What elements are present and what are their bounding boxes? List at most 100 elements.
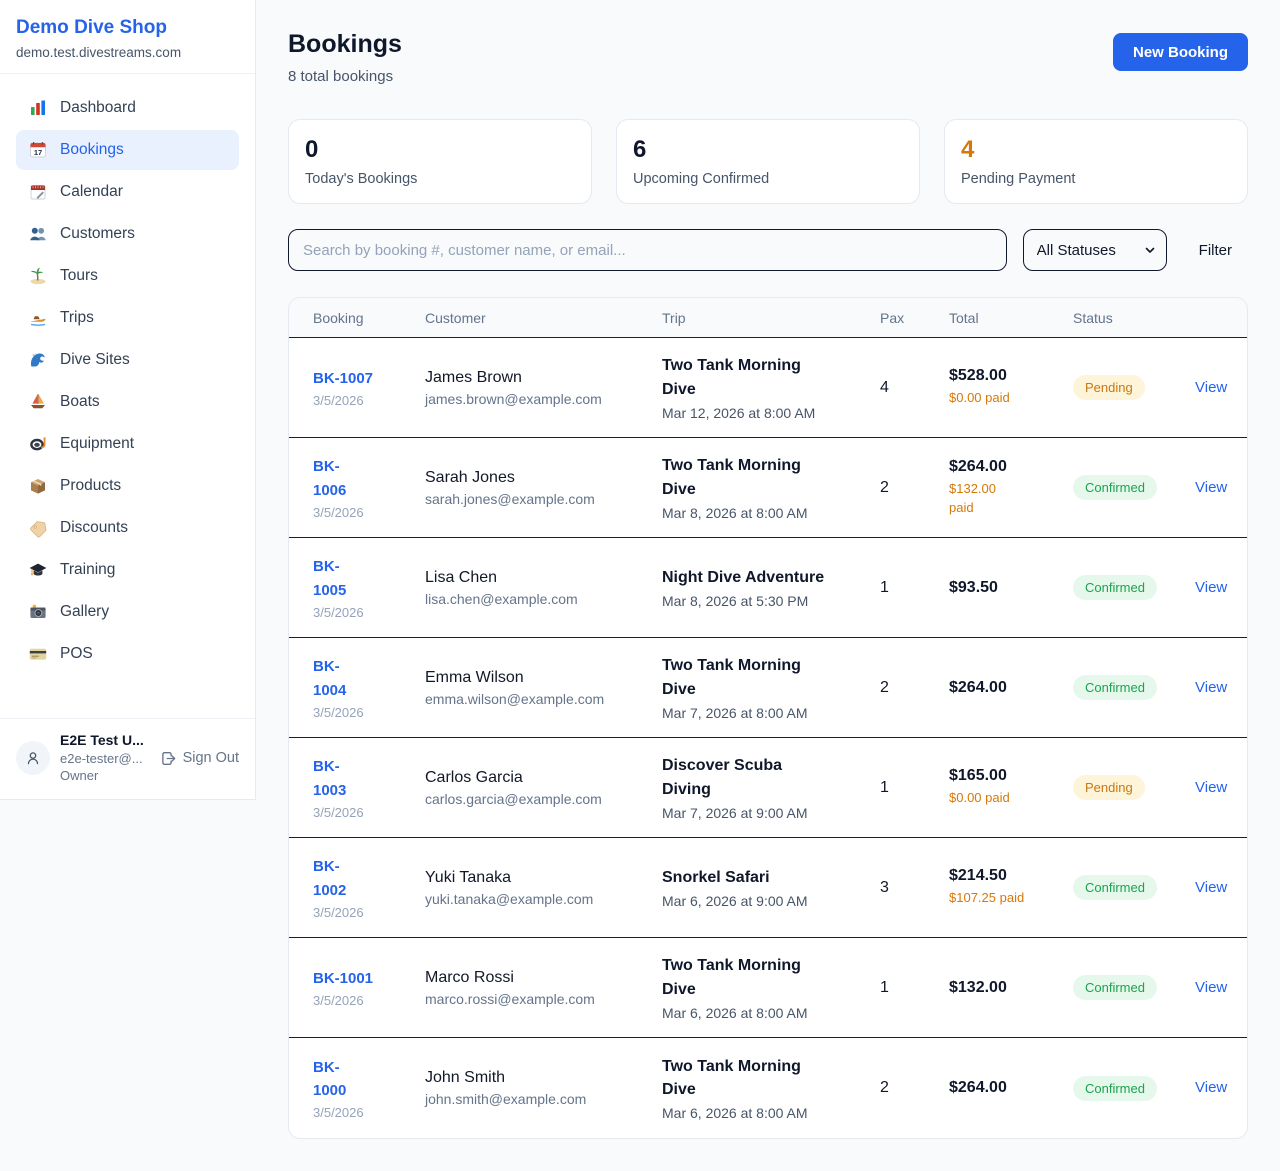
sidebar-item-pos[interactable]: POS [16,634,239,674]
booking-id-link[interactable]: BK- 1002 [313,855,346,902]
trip-name: Snorkel Safari [662,866,880,889]
table-row: BK- 1000 3/5/2026 John Smith john.smith@… [289,1038,1247,1138]
view-link[interactable]: View [1195,579,1227,596]
booking-id-link[interactable]: BK-1007 [313,367,373,390]
sidebar-item-training[interactable]: Training [16,550,239,590]
booking-id-link[interactable]: BK- 1006 [313,455,346,502]
column-header-total: Total [949,310,1073,326]
brand-domain: demo.test.divestreams.com [16,45,239,60]
total-amount: $528.00 [949,367,1073,385]
customer-email: james.brown@example.com [425,391,662,407]
table-row: BK-1007 3/5/2026 James Brown james.brown… [289,338,1247,438]
sidebar-item-bookings[interactable]: 17 Bookings [16,130,239,170]
search-input[interactable] [288,229,1007,271]
stat-card-todays-bookings: 0 Today's Bookings [288,119,592,204]
stat-value: 0 [305,136,575,164]
user-name: E2E Test U... [60,731,144,750]
brand: Demo Dive Shop demo.test.divestreams.com [0,0,255,74]
pax-value: 1 [880,779,949,797]
status-badge: Confirmed [1073,675,1157,700]
status-filter-wrap: All Statuses [1023,229,1167,271]
sidebar-item-equipment[interactable]: Equipment [16,424,239,464]
table-row: BK-1001 3/5/2026 Marco Rossi marco.rossi… [289,938,1247,1038]
booking-id-link[interactable]: BK- 1000 [313,1056,346,1103]
status-badge: Pending [1073,375,1145,400]
pax-value: 1 [880,979,949,997]
status-badge: Pending [1073,775,1145,800]
pax-value: 4 [880,379,949,397]
speedboat-icon [28,308,48,328]
view-link[interactable]: View [1195,479,1227,496]
stat-value: 4 [961,136,1231,164]
sidebar-item-label: Trips [60,309,94,327]
booking-id-link[interactable]: BK-1001 [313,967,373,990]
customer-email: john.smith@example.com [425,1091,662,1107]
total-amount: $132.00 [949,979,1073,997]
view-link[interactable]: View [1195,779,1227,796]
filter-button[interactable]: Filter [1183,242,1248,259]
table-row: BK- 1005 3/5/2026 Lisa Chen lisa.chen@ex… [289,538,1247,638]
total-amount: $264.00 [949,679,1073,697]
column-header-status: Status [1073,310,1195,326]
sidebar-item-customers[interactable]: Customers [16,214,239,254]
sidebar-item-dive-sites[interactable]: Dive Sites [16,340,239,380]
column-header-customer: Customer [425,310,662,326]
view-link[interactable]: View [1195,979,1227,996]
pax-value: 2 [880,1079,949,1097]
status-badge: Confirmed [1073,575,1157,600]
booking-date: 3/5/2026 [313,605,425,620]
sign-out-icon [160,750,177,767]
dive-mask-icon [28,434,48,454]
stat-card-upcoming-confirmed: 6 Upcoming Confirmed [616,119,920,204]
user-info: E2E Test U... e2e-tester@... Owner [60,731,144,785]
sign-out-button[interactable]: Sign Out [160,750,239,767]
trip-datetime: Mar 7, 2026 at 9:00 AM [662,805,880,821]
table-body: BK-1007 3/5/2026 James Brown james.brown… [289,338,1247,1138]
sidebar-item-trips[interactable]: Trips [16,298,239,338]
booking-date: 3/5/2026 [313,1105,425,1120]
status-filter-select[interactable]: All Statuses [1023,229,1167,271]
trip-name: Two Tank Morning Dive [662,454,880,500]
user-role: Owner [60,767,144,785]
graduation-cap-icon [28,560,48,580]
trip-name: Night Dive Adventure [662,566,880,589]
total-amount: $93.50 [949,579,1073,597]
view-link[interactable]: View [1195,679,1227,696]
sidebar-item-discounts[interactable]: Discounts [16,508,239,548]
pax-value: 3 [880,879,949,897]
trip-datetime: Mar 8, 2026 at 5:30 PM [662,593,880,609]
table-row: BK- 1002 3/5/2026 Yuki Tanaka yuki.tanak… [289,838,1247,938]
sidebar-item-boats[interactable]: Boats [16,382,239,422]
booking-id-link[interactable]: BK- 1005 [313,555,346,602]
sidebar-item-label: Dashboard [60,99,136,117]
new-booking-button[interactable]: New Booking [1113,33,1248,71]
view-link[interactable]: View [1195,1079,1227,1096]
trip-datetime: Mar 6, 2026 at 9:00 AM [662,893,880,909]
booking-id-link[interactable]: BK- 1004 [313,655,346,702]
people-icon [28,224,48,244]
total-amount: $264.00 [949,1079,1073,1097]
sidebar: Demo Dive Shop demo.test.divestreams.com… [0,0,256,800]
sign-out-label: Sign Out [183,750,239,766]
sidebar-item-label: Bookings [60,141,124,159]
stat-label: Upcoming Confirmed [633,171,903,187]
sidebar-item-gallery[interactable]: Gallery [16,592,239,632]
sidebar-item-tours[interactable]: Tours [16,256,239,296]
view-link[interactable]: View [1195,379,1227,396]
user-email: e2e-tester@... [60,750,144,768]
sidebar-item-calendar[interactable]: Calendar [16,172,239,212]
customer-name: Lisa Chen [425,569,662,587]
customer-email: sarah.jones@example.com [425,491,662,507]
sidebar-item-dashboard[interactable]: Dashboard [16,88,239,128]
booking-date: 3/5/2026 [313,393,425,408]
sailboat-icon [28,392,48,412]
column-header-trip: Trip [662,310,880,326]
stat-value: 6 [633,136,903,164]
customer-name: Sarah Jones [425,469,662,487]
total-amount: $214.50 [949,867,1073,885]
camera-icon [28,602,48,622]
sidebar-item-products[interactable]: Products [16,466,239,506]
stat-label: Pending Payment [961,171,1231,187]
view-link[interactable]: View [1195,879,1227,896]
booking-id-link[interactable]: BK- 1003 [313,755,346,802]
